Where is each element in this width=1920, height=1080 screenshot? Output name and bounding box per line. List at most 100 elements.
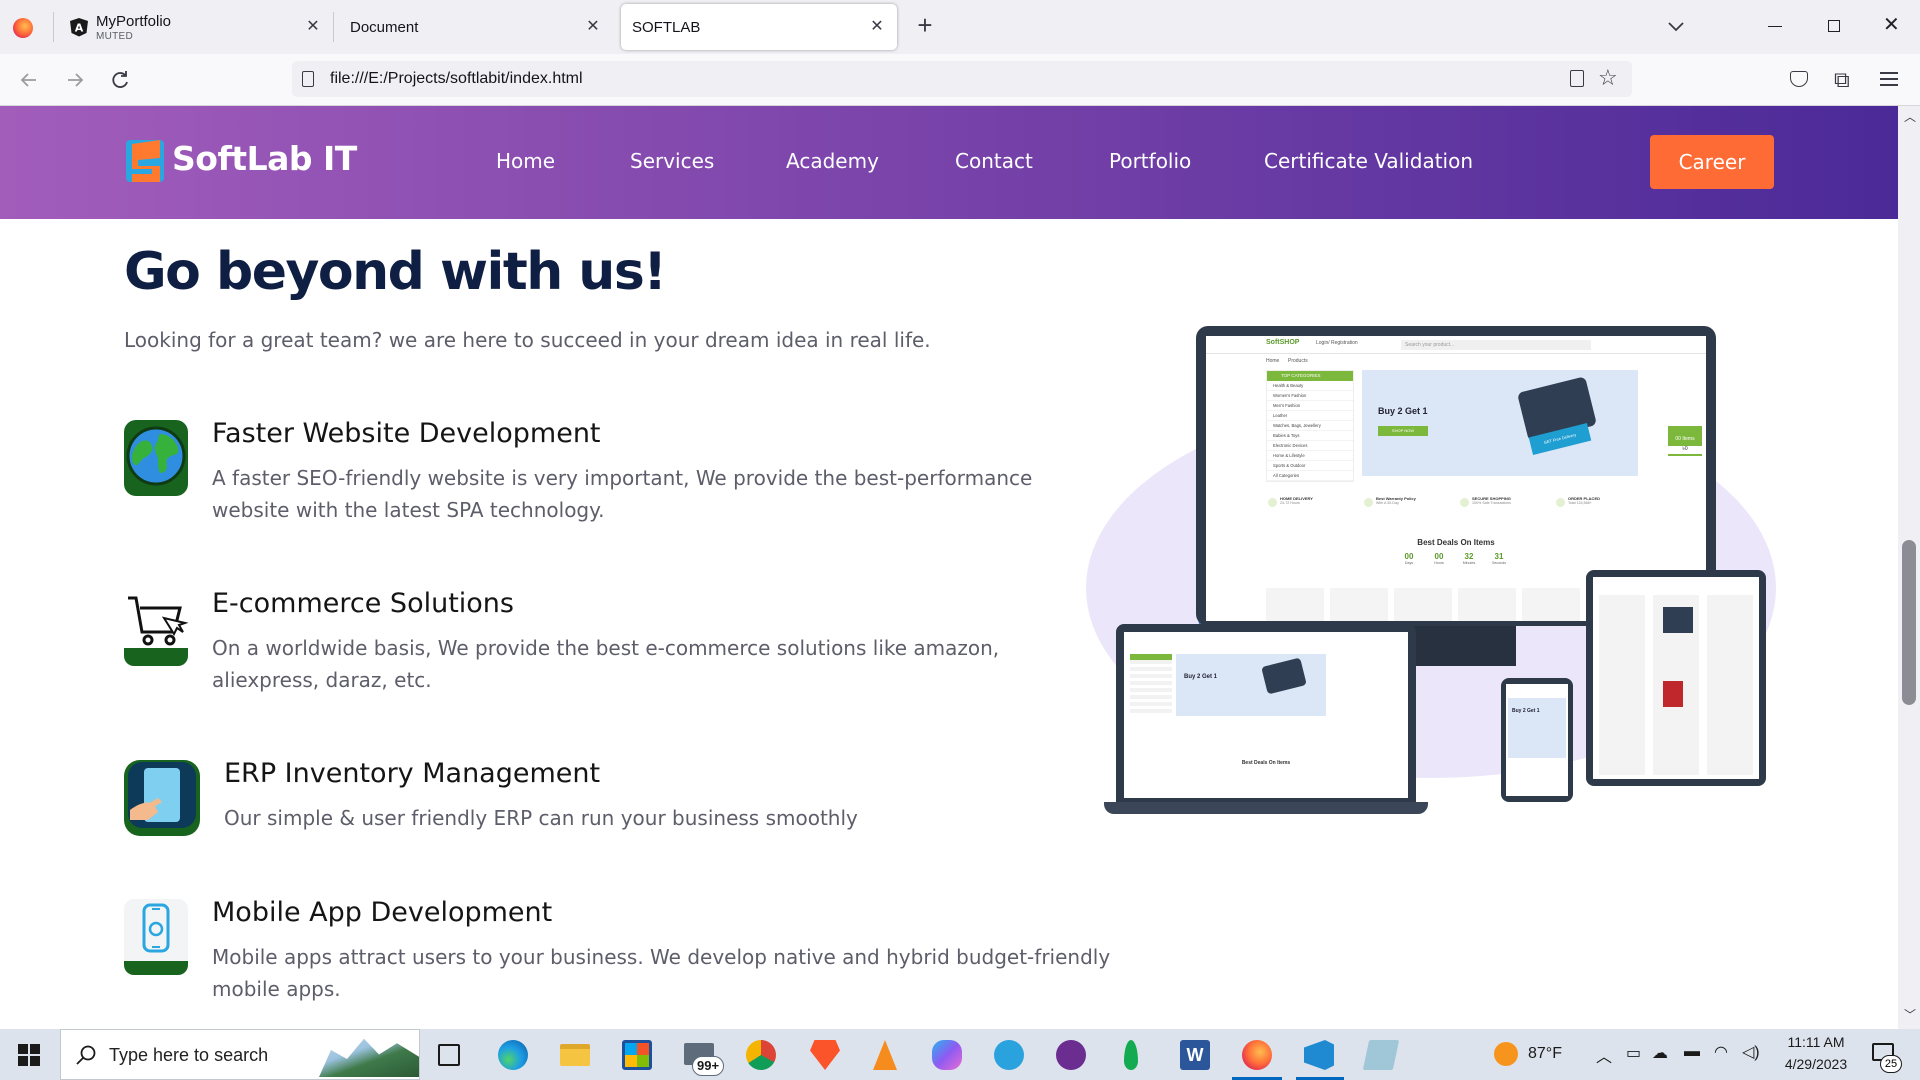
mockup-search: Search your product...	[1401, 340, 1591, 350]
mockup-perk-sub: 100% Safe Transactions	[1472, 501, 1511, 505]
mockup-category-list: Health & Beauty Women's Fashion Men's Fash…	[1267, 381, 1353, 481]
scrollbar-thumb[interactable]	[1902, 540, 1916, 705]
mockup-countdown-label: Seconds	[1492, 561, 1506, 565]
github-icon[interactable]	[1056, 1040, 1086, 1070]
angular-icon: A	[69, 17, 89, 37]
mockup-countdown-unit: 31 Seconds	[1486, 552, 1512, 565]
vlc-icon[interactable]	[873, 1040, 897, 1070]
firefox-logo-icon[interactable]	[13, 18, 33, 38]
feature-description: Mobile apps attract users to your busine…	[212, 945, 1111, 1001]
navigation-toolbar: file:///E:/Projects/softlabit/index.html…	[0, 54, 1920, 106]
notification-count: 25	[1880, 1055, 1902, 1073]
bookmark-star-icon[interactable]: ☆	[1598, 65, 1618, 91]
mockup-perk: ORDER PLACED Total 124,568+	[1554, 496, 1646, 516]
vscode-icon[interactable]	[1304, 1040, 1334, 1070]
tab-myportfolio[interactable]: A MyPortfolio MUTED ✕	[58, 4, 328, 50]
mockup-login: Login/ Registration	[1316, 340, 1358, 346]
mockup-menu-home: Home	[1266, 358, 1280, 364]
close-tab-icon[interactable]: ✕	[866, 16, 888, 38]
weather-temp[interactable]: 87°F	[1528, 1045, 1562, 1063]
pocket-icon[interactable]	[1790, 71, 1808, 87]
volume-icon[interactable]: ◁)	[1742, 1042, 1760, 1062]
mockup-perk-icon	[1460, 498, 1469, 507]
mockup-category-item: Health & Beauty	[1267, 381, 1353, 391]
task-view-icon[interactable]	[438, 1044, 460, 1066]
mockup-category-item: Watches, Bags, Jewellery	[1267, 421, 1353, 431]
mockup-cart-label: 00 Items	[1675, 436, 1695, 442]
mockup-categories: TOP CATEGORIES Health & Beauty Women's Fa…	[1266, 370, 1354, 482]
brave-icon[interactable]	[810, 1040, 840, 1070]
address-bar[interactable]: file:///E:/Projects/softlabit/index.html…	[292, 61, 1632, 97]
meet-now-icon[interactable]: ▭	[1626, 1043, 1641, 1063]
tablet-touch-icon	[124, 760, 200, 836]
nav-contact[interactable]: Contact	[955, 149, 1033, 173]
new-tab-icon[interactable]: +	[912, 12, 938, 38]
microsoft-store-icon[interactable]	[622, 1040, 652, 1070]
firefox-taskbar-icon[interactable]	[1242, 1040, 1272, 1070]
phone-banner-title: Buy 2 Get 1	[1512, 708, 1540, 714]
tab-softlab[interactable]: SOFTLAB ✕	[621, 4, 897, 50]
reader-view-icon[interactable]	[1570, 70, 1584, 87]
tab-document[interactable]: Document ✕	[338, 4, 608, 50]
mockup-menu-products: Products	[1288, 358, 1308, 364]
mockup-deals-title: Best Deals On Items	[1206, 538, 1706, 547]
weather-icon[interactable]	[1494, 1042, 1518, 1066]
laptop-screen: Buy 2 Get 1 Best Deals On Items	[1124, 632, 1408, 798]
taskbar-search-box[interactable]: Type here to search	[60, 1029, 420, 1080]
mongodb-icon[interactable]	[1124, 1040, 1138, 1070]
tray-chevron-icon[interactable]: ︿	[1596, 1043, 1612, 1067]
close-tab-icon[interactable]: ✕	[582, 16, 604, 38]
telegram-icon[interactable]	[994, 1040, 1024, 1070]
nav-home[interactable]: Home	[496, 149, 555, 173]
clock-time[interactable]: 11:11 AM	[1780, 1034, 1852, 1050]
brand-name[interactable]: SoftLab IT	[172, 139, 357, 178]
mockup-category-item: Sports & Outdoor	[1267, 461, 1353, 471]
laptop-deals-suffix: On Items	[1268, 760, 1291, 766]
menu-icon[interactable]	[1880, 68, 1898, 90]
tab-muted-label: MUTED	[96, 31, 134, 42]
mockup-countdown-value: 00	[1434, 552, 1444, 561]
reload-icon[interactable]	[105, 65, 135, 95]
back-icon[interactable]	[14, 65, 44, 95]
search-icon	[75, 1044, 97, 1066]
shopping-cart-icon	[124, 590, 189, 666]
nav-portfolio[interactable]: Portfolio	[1109, 149, 1191, 173]
minimize-icon[interactable]	[1768, 26, 1782, 27]
forward-icon[interactable]	[60, 65, 90, 95]
windows-taskbar: Type here to search 99+ W 87°F ︿ ▭ ☁ ▬ ◠…	[0, 1029, 1920, 1080]
mockup-perk-sub: Total 124,568+	[1568, 501, 1592, 505]
onedrive-icon[interactable]: ☁	[1652, 1043, 1668, 1063]
softlab-logo-icon[interactable]	[124, 136, 168, 186]
career-button[interactable]: Career	[1650, 135, 1774, 189]
mockup-banner: Buy 2 Get 1 SHOP NOW GET Free Delivery	[1362, 370, 1638, 476]
edge-icon[interactable]	[498, 1040, 528, 1070]
chrome-icon[interactable]	[746, 1040, 776, 1070]
battery-icon[interactable]: ▬	[1684, 1043, 1700, 1061]
nav-services[interactable]: Services	[630, 149, 714, 173]
feature-title: Faster Website Development	[212, 418, 601, 449]
clock-date[interactable]: 4/29/2023	[1776, 1056, 1856, 1072]
mobile-phone-icon	[124, 899, 188, 975]
app-window-icon[interactable]	[1362, 1040, 1400, 1070]
mockup-countdown-label: Hours	[1434, 561, 1444, 565]
file-explorer-icon[interactable]	[560, 1044, 590, 1066]
mockup-category-item: Babies & Toys	[1267, 431, 1353, 441]
wifi-icon[interactable]: ◠	[1714, 1042, 1728, 1062]
feature-title: Mobile App Development	[212, 897, 553, 928]
close-window-icon[interactable]: ✕	[1883, 12, 1900, 37]
extensions-icon[interactable]: ⧉	[1834, 67, 1850, 93]
tab-title: SOFTLAB	[632, 19, 701, 36]
copilot-icon[interactable]	[932, 1040, 962, 1070]
close-tab-icon[interactable]: ✕	[302, 16, 324, 38]
restore-icon[interactable]	[1828, 20, 1840, 32]
scroll-up-icon[interactable]: ︿	[1904, 108, 1916, 125]
nav-academy[interactable]: Academy	[786, 149, 879, 173]
url-text[interactable]: file:///E:/Projects/softlabit/index.html	[330, 70, 583, 88]
phone: Buy 2 Get 1	[1501, 678, 1573, 802]
list-tabs-icon[interactable]	[1664, 14, 1688, 38]
scroll-down-icon[interactable]: ﹀	[1904, 1006, 1916, 1023]
word-icon[interactable]: W	[1180, 1040, 1210, 1070]
windows-start-icon[interactable]	[18, 1044, 40, 1066]
tab-title: MyPortfolio	[96, 13, 172, 30]
nav-certificate-validation[interactable]: Certificate Validation	[1264, 149, 1473, 173]
